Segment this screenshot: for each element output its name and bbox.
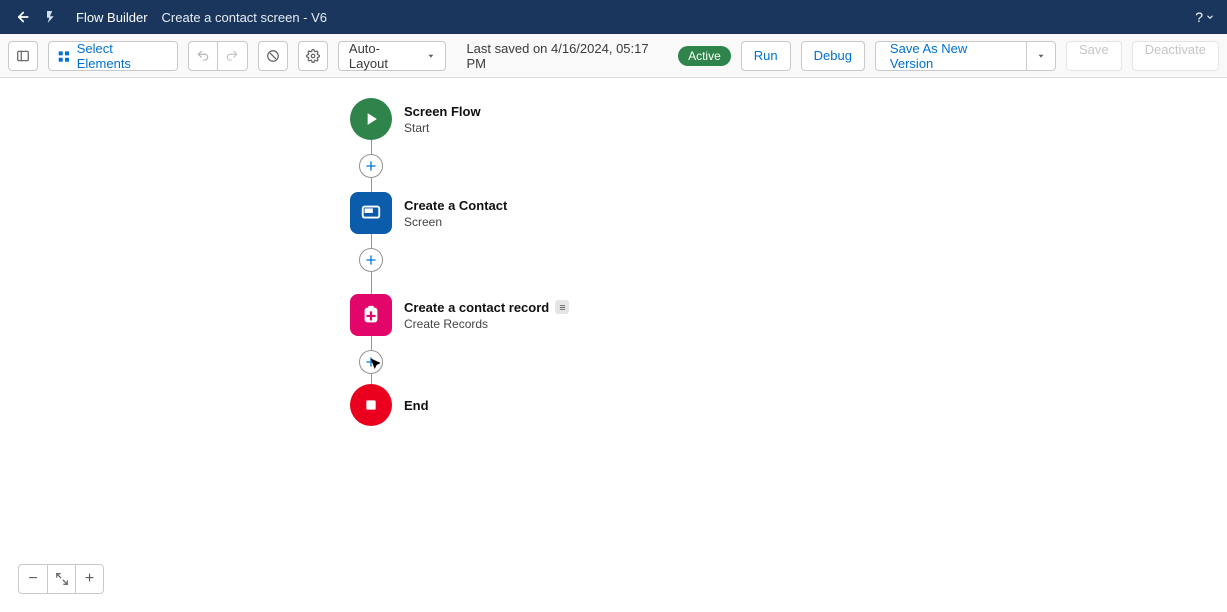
save-button: Save <box>1066 41 1122 71</box>
toggle-panel-button[interactable] <box>8 41 38 71</box>
select-elements-label: Select Elements <box>77 41 169 71</box>
deactivate-button: Deactivate <box>1132 41 1219 71</box>
flow-canvas[interactable]: Screen Flow Start Create a Contact Scree… <box>0 78 1227 612</box>
app-header: Flow Builder Create a contact screen - V… <box>0 0 1227 34</box>
add-element-button[interactable] <box>359 248 383 272</box>
help-icon: ? <box>1195 9 1203 25</box>
node-title: Screen Flow <box>404 104 481 119</box>
zoom-out-button[interactable]: − <box>19 565 47 593</box>
node-screen[interactable]: Create a Contact Screen <box>350 192 569 234</box>
end-icon <box>350 384 392 426</box>
connector <box>350 140 392 192</box>
node-title: End <box>404 398 429 413</box>
back-arrow-icon[interactable] <box>12 8 30 26</box>
fault-path-icon[interactable] <box>555 300 569 314</box>
zoom-controls: − + <box>18 564 104 594</box>
chevron-down-icon <box>1036 51 1046 61</box>
save-as-dropdown-button[interactable] <box>1027 41 1056 71</box>
zoom-in-button[interactable]: + <box>75 565 103 593</box>
connector <box>350 234 392 294</box>
create-records-icon <box>350 294 392 336</box>
chevron-down-icon <box>426 51 436 61</box>
node-title-text: Create a contact record <box>404 300 549 315</box>
view-options-button[interactable] <box>258 41 288 71</box>
node-title: Create a Contact <box>404 198 507 213</box>
add-element-button[interactable] <box>359 350 383 374</box>
toolbar: Select Elements Auto-Layout Last saved o… <box>0 34 1227 78</box>
flow-diagram: Screen Flow Start Create a Contact Scree… <box>350 98 569 426</box>
node-subtitle: Start <box>404 121 481 135</box>
save-as-new-version-button[interactable]: Save As New Version <box>875 41 1027 71</box>
node-subtitle: Create Records <box>404 317 569 331</box>
undo-redo-group <box>188 41 248 71</box>
add-element-button[interactable] <box>359 154 383 178</box>
connector <box>350 336 392 384</box>
save-as-group: Save As New Version <box>875 41 1056 71</box>
flow-builder-icon <box>44 8 62 26</box>
node-title: Create a contact record <box>404 300 569 315</box>
zoom-fit-button[interactable] <box>47 565 75 593</box>
node-create-records[interactable]: Create a contact record Create Records <box>350 294 569 336</box>
undo-button[interactable] <box>188 41 218 71</box>
select-elements-button[interactable]: Select Elements <box>48 41 178 71</box>
layout-mode-select[interactable]: Auto-Layout <box>338 41 447 71</box>
start-icon <box>350 98 392 140</box>
last-saved-text: Last saved on 4/16/2024, 05:17 PM <box>466 41 668 71</box>
help-button[interactable]: ? <box>1195 9 1215 25</box>
layout-mode-label: Auto-Layout <box>349 41 418 71</box>
screen-icon <box>350 192 392 234</box>
run-button[interactable]: Run <box>741 41 791 71</box>
node-end[interactable]: End <box>350 384 569 426</box>
redo-button[interactable] <box>218 41 248 71</box>
status-badge: Active <box>678 46 731 66</box>
node-subtitle: Screen <box>404 215 507 229</box>
app-name: Flow Builder <box>76 10 148 25</box>
node-start[interactable]: Screen Flow Start <box>350 98 569 140</box>
flow-title: Create a contact screen - V6 <box>162 10 327 25</box>
settings-button[interactable] <box>298 41 328 71</box>
debug-button[interactable]: Debug <box>801 41 865 71</box>
